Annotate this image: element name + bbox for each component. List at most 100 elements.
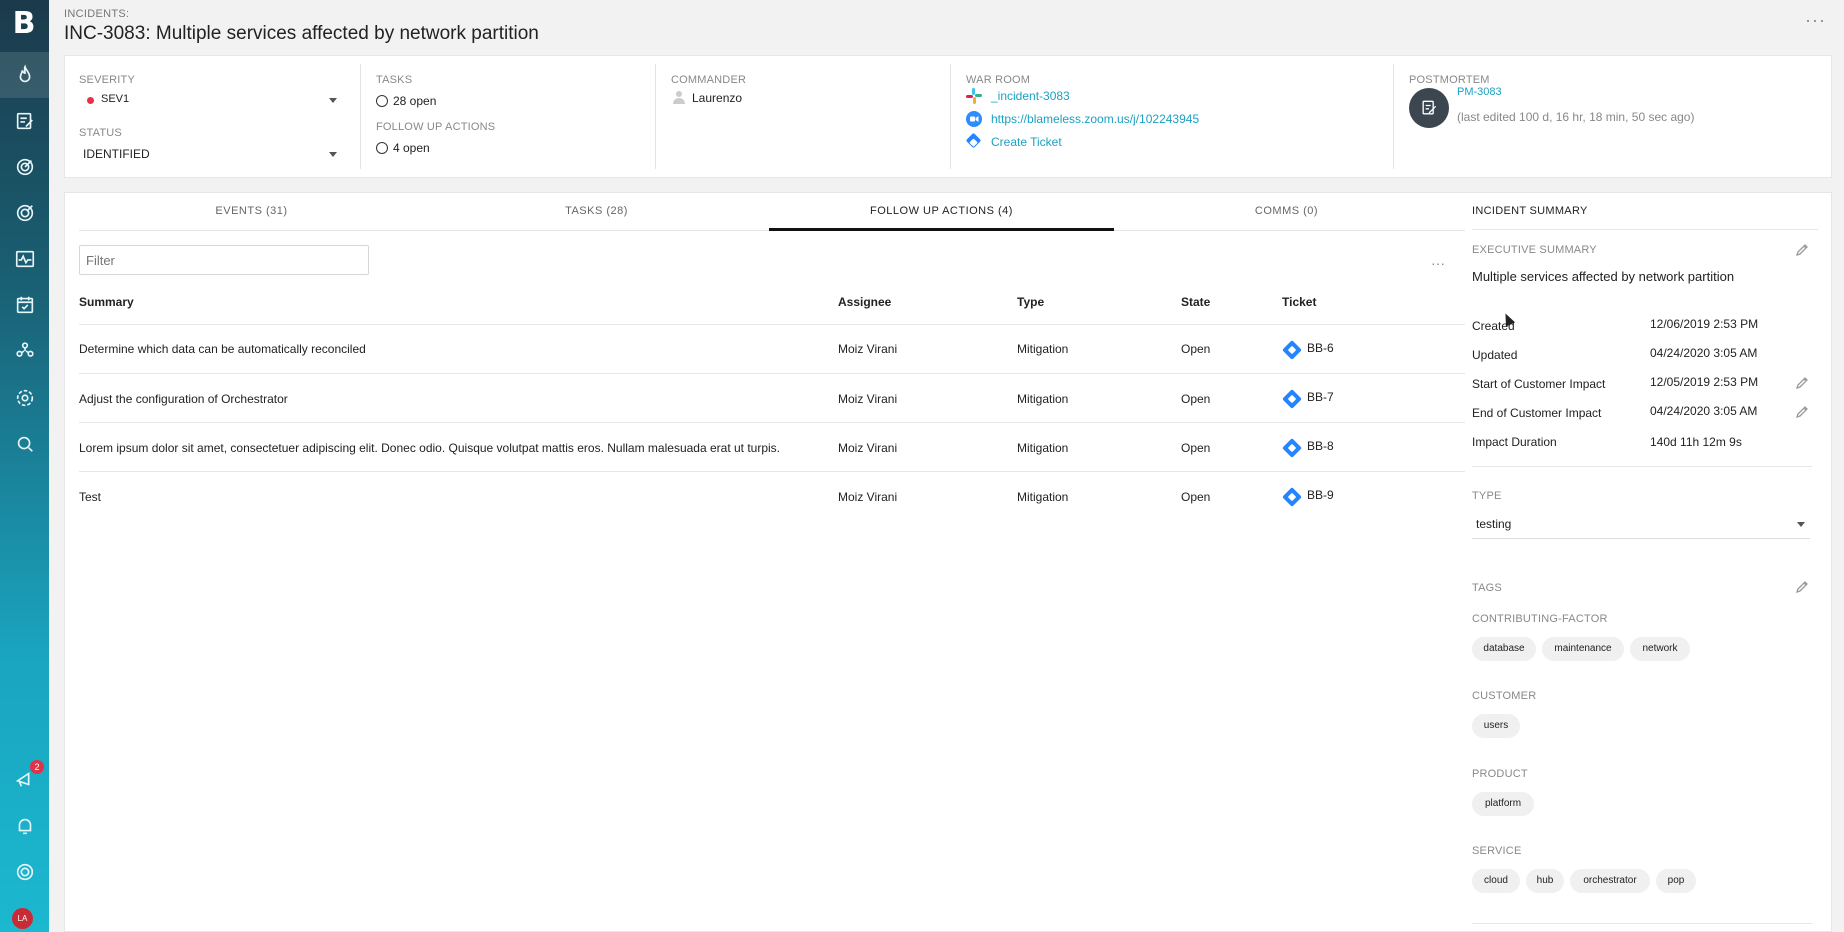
tab-follow-up-actions[interactable]: FOLLOW UP ACTIONS (4) bbox=[769, 193, 1114, 231]
tab-tasks[interactable]: TASKS (28) bbox=[424, 193, 769, 231]
row-ticket-link[interactable]: BB-8 bbox=[1307, 439, 1334, 453]
executive-summary-text[interactable]: Multiple services affected by network pa… bbox=[1472, 269, 1734, 284]
col-header-state[interactable]: State bbox=[1181, 295, 1210, 309]
tag-chip[interactable]: network bbox=[1630, 637, 1690, 661]
gear-icon[interactable] bbox=[0, 375, 49, 421]
megaphone-icon[interactable]: 2 bbox=[0, 756, 49, 802]
col-header-assignee[interactable]: Assignee bbox=[838, 295, 891, 309]
postmortem-edit-icon[interactable] bbox=[1409, 88, 1449, 128]
row-summary[interactable]: Lorem ipsum dolor sit amet, consectetuer… bbox=[79, 441, 780, 455]
row-assignee: Moiz Virani bbox=[838, 342, 898, 356]
tag-chip[interactable]: maintenance bbox=[1542, 637, 1624, 661]
followup-label: FOLLOW UP ACTIONS bbox=[376, 121, 496, 133]
commander-label: COMMANDER bbox=[671, 74, 747, 86]
pulse-icon[interactable] bbox=[0, 236, 49, 282]
field-key-impact-duration: Impact Duration bbox=[1472, 435, 1557, 449]
filter-input[interactable] bbox=[79, 245, 369, 275]
tag-chip[interactable]: hub bbox=[1526, 869, 1564, 893]
zoom-icon bbox=[966, 111, 982, 127]
followup-open-count[interactable]: 4 open bbox=[393, 141, 430, 155]
edit-pencil-icon[interactable] bbox=[1795, 243, 1809, 257]
row-ticket-link[interactable]: BB-6 bbox=[1307, 341, 1334, 355]
postmortem-last-edited: (last edited 100 d, 16 hr, 18 min, 50 se… bbox=[1457, 110, 1695, 124]
jira-icon bbox=[1282, 487, 1302, 507]
commander-column: COMMANDER Laurenzo bbox=[655, 64, 950, 169]
col-header-summary[interactable]: Summary bbox=[79, 295, 134, 309]
severity-label: SEVERITY bbox=[79, 74, 136, 86]
status-dropdown[interactable]: IDENTIFIED bbox=[79, 144, 341, 162]
field-value-impact-duration: 140d 11h 12m 9s bbox=[1650, 435, 1742, 449]
chevron-down-icon bbox=[1797, 522, 1805, 527]
sidebar: B 2 LA bbox=[0, 0, 49, 932]
notification-badge: 2 bbox=[30, 760, 44, 774]
field-value-end-impact: 04/24/2020 3:05 AM bbox=[1650, 404, 1758, 418]
tags-label: TAGS bbox=[1472, 582, 1502, 594]
search-icon[interactable] bbox=[0, 421, 49, 467]
blameless-logo[interactable]: B bbox=[9, 6, 39, 42]
tag-chip[interactable]: orchestrator bbox=[1570, 869, 1650, 893]
row-ticket-link[interactable]: BB-7 bbox=[1307, 390, 1334, 404]
tasks-open-count[interactable]: 28 open bbox=[393, 94, 436, 108]
tag-chip[interactable]: pop bbox=[1656, 869, 1696, 893]
field-key-start-impact: Start of Customer Impact bbox=[1472, 377, 1606, 391]
calendar-check-icon[interactable] bbox=[0, 282, 49, 328]
slack-channel-link[interactable]: _incident-3083 bbox=[991, 89, 1070, 103]
tag-chip[interactable]: cloud bbox=[1472, 869, 1520, 893]
open-circle-icon bbox=[376, 142, 388, 154]
postmortem-link[interactable]: PM-3083 bbox=[1457, 86, 1502, 98]
edit-pencil-icon[interactable] bbox=[1795, 376, 1809, 390]
type-dropdown[interactable]: testing bbox=[1472, 513, 1810, 539]
row-divider bbox=[79, 471, 1465, 472]
main-panel: EVENTS (31) TASKS (28) FOLLOW UP ACTIONS… bbox=[64, 192, 1832, 932]
row-type: Mitigation bbox=[1017, 490, 1069, 504]
target-check-icon[interactable] bbox=[0, 190, 49, 236]
row-ticket-link[interactable]: BB-9 bbox=[1307, 488, 1334, 502]
incident-summary-title: INCIDENT SUMMARY bbox=[1472, 205, 1588, 217]
field-key-end-impact: End of Customer Impact bbox=[1472, 406, 1602, 420]
tag-chip[interactable]: users bbox=[1472, 714, 1520, 738]
jira-icon bbox=[965, 132, 982, 149]
edit-list-icon[interactable] bbox=[0, 98, 49, 144]
row-type: Mitigation bbox=[1017, 392, 1069, 406]
tab-comms[interactable]: COMMS (0) bbox=[1114, 193, 1459, 231]
more-options-icon[interactable]: ··· bbox=[1805, 10, 1826, 31]
target-icon[interactable] bbox=[0, 144, 49, 190]
severity-dropdown[interactable]: SEV1 bbox=[79, 91, 341, 109]
field-value-updated: 04/24/2020 3:05 AM bbox=[1650, 346, 1758, 360]
incident-info-panel: SEVERITY SEV1 STATUS IDENTIFIED TASKS 28… bbox=[64, 55, 1832, 178]
severity-value: SEV1 bbox=[101, 93, 130, 105]
jira-icon bbox=[1282, 389, 1302, 409]
field-key-updated: Updated bbox=[1472, 348, 1518, 362]
zoom-link[interactable]: https://blameless.zoom.us/j/102243945 bbox=[991, 112, 1199, 126]
chevron-down-icon bbox=[329, 152, 337, 157]
incident-summary-panel: INCIDENT SUMMARY EXECUTIVE SUMMARY Multi… bbox=[1472, 193, 1833, 932]
team-icon[interactable] bbox=[0, 328, 49, 374]
status-value: IDENTIFIED bbox=[83, 147, 150, 161]
status-label: STATUS bbox=[79, 127, 122, 139]
page-title: INC-3083: Multiple services affected by … bbox=[64, 23, 539, 44]
tab-events[interactable]: EVENTS (31) bbox=[79, 193, 424, 231]
create-ticket-link[interactable]: Create Ticket bbox=[991, 135, 1062, 149]
postmortem-column: POSTMORTEM PM-3083 (last edited 100 d, 1… bbox=[1393, 64, 1813, 169]
table-more-icon[interactable]: ··· bbox=[1431, 255, 1445, 271]
edit-pencil-icon[interactable] bbox=[1795, 580, 1809, 594]
col-header-ticket[interactable]: Ticket bbox=[1282, 295, 1316, 309]
col-header-type[interactable]: Type bbox=[1017, 295, 1044, 309]
row-state: Open bbox=[1181, 392, 1211, 406]
row-summary[interactable]: Determine which data can be automaticall… bbox=[79, 342, 366, 356]
tasks-label: TASKS bbox=[376, 74, 413, 86]
flame-icon[interactable] bbox=[0, 52, 49, 98]
tag-chip[interactable]: database bbox=[1472, 637, 1536, 661]
avatar[interactable]: LA bbox=[12, 908, 33, 929]
tag-group-label: PRODUCT bbox=[1472, 768, 1528, 780]
summary-divider bbox=[1472, 466, 1812, 467]
row-summary[interactable]: Test bbox=[79, 490, 101, 504]
bell-icon[interactable] bbox=[0, 803, 49, 849]
row-divider bbox=[79, 373, 1465, 374]
row-summary[interactable]: Adjust the configuration of Orchestrator bbox=[79, 392, 288, 406]
lifebuoy-icon[interactable] bbox=[0, 849, 49, 895]
edit-pencil-icon[interactable] bbox=[1795, 405, 1809, 419]
breadcrumb[interactable]: INCIDENTS: bbox=[64, 8, 129, 20]
tag-chip[interactable]: platform bbox=[1472, 792, 1534, 816]
commander-name[interactable]: Laurenzo bbox=[692, 91, 742, 105]
